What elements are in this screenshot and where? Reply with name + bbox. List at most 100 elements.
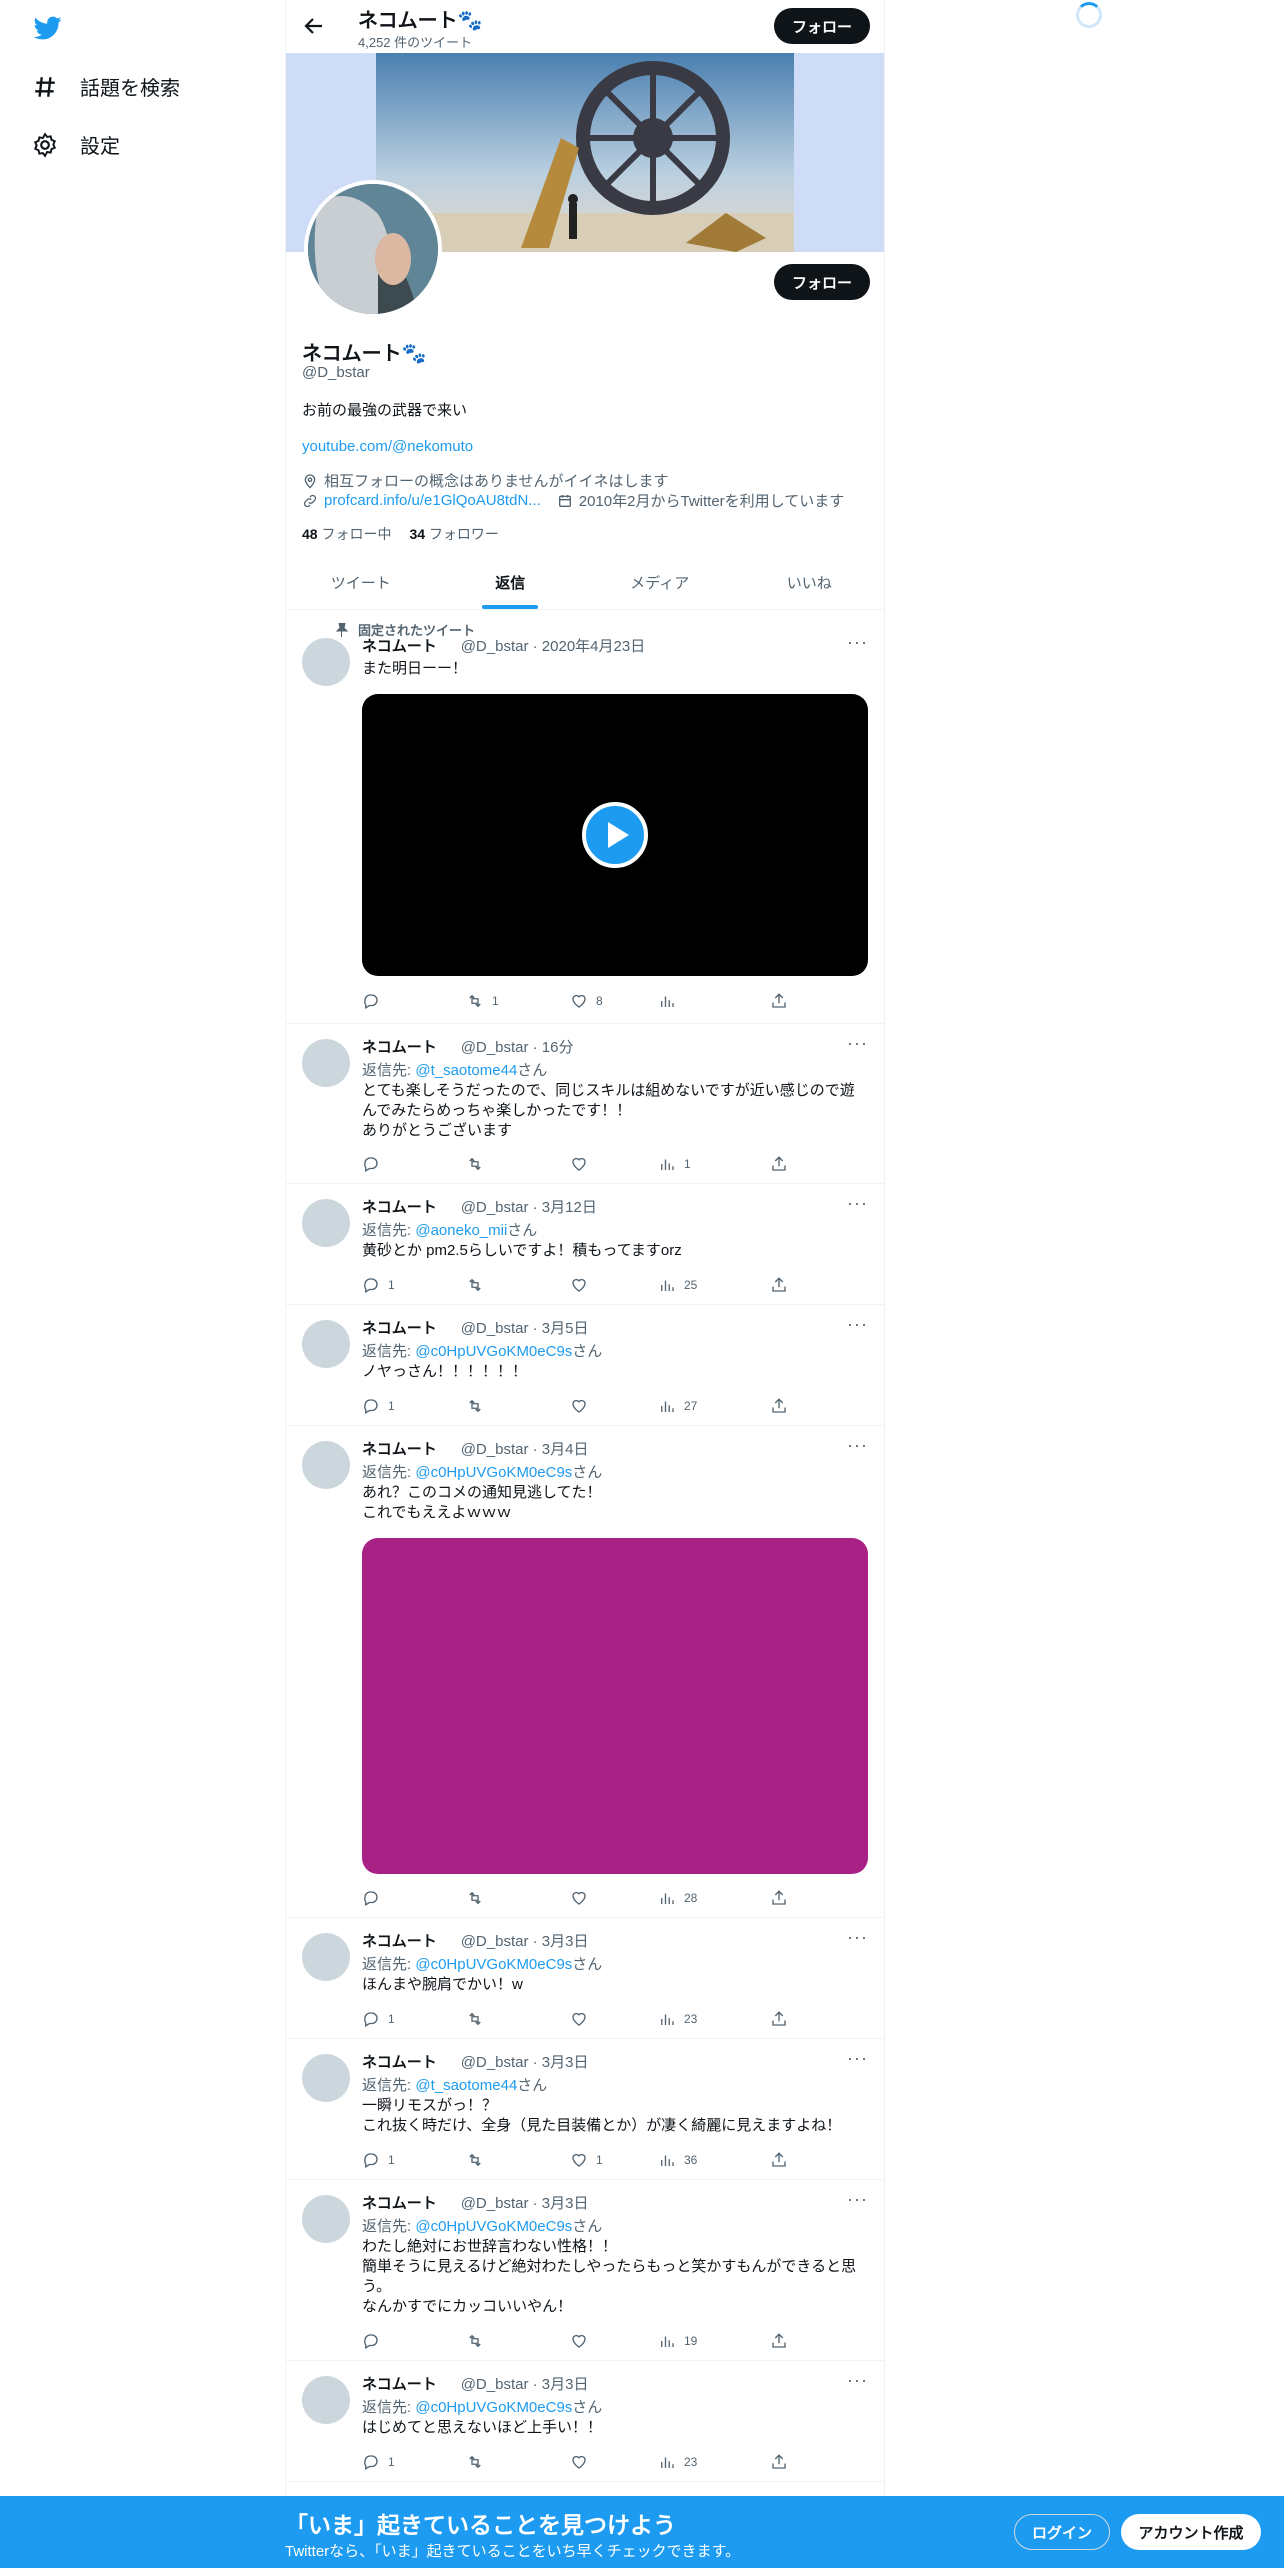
more-options-icon[interactable]: ··· xyxy=(847,1435,868,1456)
views-button[interactable]: 27 xyxy=(658,1397,697,1415)
profile-follow-button[interactable]: フォロー xyxy=(774,264,870,300)
reply-to-handle[interactable]: @t_saotome44 xyxy=(415,2077,517,2094)
share-button[interactable] xyxy=(770,1889,788,1907)
tweet-author-name[interactable]: ネコムート xyxy=(362,2192,437,2213)
share-button[interactable] xyxy=(770,1155,788,1173)
reply-button[interactable]: 1 xyxy=(362,2151,395,2169)
tweet[interactable]: ネコムート @D_bstar · 2020年4月23日 ··· また明日ーー！ 1… xyxy=(286,620,884,1024)
reply-button[interactable]: 1 xyxy=(362,2453,395,2471)
more-options-icon[interactable]: ··· xyxy=(847,1927,868,1948)
like-button[interactable] xyxy=(570,2010,596,2028)
reply-to-handle[interactable]: @aoneko_mii xyxy=(415,1222,507,1239)
header-follow-button[interactable]: フォロー xyxy=(774,8,870,44)
tweet-video[interactable] xyxy=(362,694,868,976)
tab-media[interactable]: メディア xyxy=(585,556,735,609)
retweet-button[interactable] xyxy=(466,1889,492,1907)
tab-replies[interactable]: 返信 xyxy=(436,556,586,609)
tweet[interactable]: ネコムート @D_bstar · 3月4日 ··· 返信先: @c0HpUVGoK… xyxy=(286,1426,884,1918)
tweet-time[interactable]: 3月3日 xyxy=(542,2376,589,2393)
reply-button[interactable] xyxy=(362,1155,388,1173)
tweet[interactable]: ネコムート @D_bstar · 3月3日 ··· 返信先: @t_saotome… xyxy=(286,2039,884,2180)
like-button[interactable] xyxy=(570,2332,596,2350)
more-options-icon[interactable]: ··· xyxy=(847,2048,868,2069)
tweet-time[interactable]: 3月3日 xyxy=(542,1933,589,1950)
reply-to-handle[interactable]: @c0HpUVGoKM0eC9s xyxy=(415,1956,572,1973)
reply-to-handle[interactable]: @c0HpUVGoKM0eC9s xyxy=(415,2399,572,2416)
tweet-avatar[interactable] xyxy=(302,1933,350,1981)
reply-to-handle[interactable]: @c0HpUVGoKM0eC9s xyxy=(415,2218,572,2235)
tweet-author-name[interactable]: ネコムート xyxy=(362,2051,437,2072)
more-options-icon[interactable]: ··· xyxy=(847,1314,868,1335)
reply-button[interactable]: 1 xyxy=(362,1397,395,1415)
views-button[interactable]: 28 xyxy=(658,1889,697,1907)
back-arrow-icon[interactable] xyxy=(302,14,326,38)
tweet[interactable]: ネコムート @D_bstar · 3月5日 ··· 返信先: @c0HpUVGoK… xyxy=(286,1305,884,1426)
reply-button[interactable] xyxy=(362,2332,388,2350)
tweet-avatar[interactable] xyxy=(302,1199,350,1247)
more-options-icon[interactable]: ··· xyxy=(847,1033,868,1054)
tweet-avatar[interactable] xyxy=(302,2054,350,2102)
retweet-button[interactable] xyxy=(466,1155,492,1173)
tweet-author-name[interactable]: ネコムート xyxy=(362,1036,437,1057)
tweet-author-name[interactable]: ネコムート xyxy=(362,1317,437,1338)
views-button[interactable]: 36 xyxy=(658,2151,697,2169)
more-options-icon[interactable]: ··· xyxy=(847,2189,868,2210)
nav-settings[interactable]: 設定 xyxy=(32,130,120,159)
signup-button[interactable]: アカウント作成 xyxy=(1121,2514,1261,2550)
following-link[interactable]: 48 フォロー中 xyxy=(302,524,391,544)
nav-explore[interactable]: 話題を検索 xyxy=(32,72,180,101)
reply-to-handle[interactable]: @c0HpUVGoKM0eC9s xyxy=(415,1343,572,1360)
tweet[interactable]: ネコムート @D_bstar · 16分 ··· 返信先: @t_saotome4… xyxy=(286,1024,884,1184)
twitter-logo-icon[interactable] xyxy=(32,14,64,42)
tweet-avatar[interactable] xyxy=(302,638,350,686)
retweet-button[interactable] xyxy=(466,1276,492,1294)
views-button[interactable]: 23 xyxy=(658,2453,697,2471)
retweet-button[interactable] xyxy=(466,2151,492,2169)
views-button[interactable] xyxy=(658,992,684,1010)
tweet-avatar[interactable] xyxy=(302,1320,350,1368)
tweet-author-name[interactable]: ネコムート xyxy=(362,1438,437,1459)
tweet-time[interactable]: 3月3日 xyxy=(542,2195,589,2212)
views-button[interactable]: 25 xyxy=(658,1276,697,1294)
reply-button[interactable]: 1 xyxy=(362,1276,395,1294)
tweet-author-name[interactable]: ネコムート xyxy=(362,635,437,656)
like-button[interactable] xyxy=(570,1276,596,1294)
tweet[interactable]: ネコムート @D_bstar · 3月3日 ··· 返信先: @c0HpUVGoK… xyxy=(286,2361,884,2482)
more-options-icon[interactable]: ··· xyxy=(847,2370,868,2391)
like-button[interactable] xyxy=(570,1397,596,1415)
retweet-button[interactable] xyxy=(466,2453,492,2471)
share-button[interactable] xyxy=(770,2332,788,2350)
retweet-button[interactable] xyxy=(466,2010,492,2028)
reply-button[interactable]: 1 xyxy=(362,2010,395,2028)
tweet-time[interactable]: 3月4日 xyxy=(542,1441,589,1458)
tweet-author-name[interactable]: ネコムート xyxy=(362,1930,437,1951)
profile-url[interactable]: profcard.info/u/e1GlQoAU8tdN... xyxy=(324,492,541,509)
like-button[interactable] xyxy=(570,1889,596,1907)
share-button[interactable] xyxy=(770,1397,788,1415)
reply-to-handle[interactable]: @t_saotome44 xyxy=(415,1062,517,1079)
share-button[interactable] xyxy=(770,2151,788,2169)
tweet[interactable]: ネコムート @D_bstar · 3月12日 ··· 返信先: @aoneko_m… xyxy=(286,1184,884,1305)
play-icon[interactable] xyxy=(582,802,648,868)
tweet-time[interactable]: 3月3日 xyxy=(542,2054,589,2071)
like-button[interactable]: 8 xyxy=(570,992,603,1010)
reply-to-handle[interactable]: @c0HpUVGoKM0eC9s xyxy=(415,1464,572,1481)
share-button[interactable] xyxy=(770,992,788,1010)
share-button[interactable] xyxy=(770,1276,788,1294)
like-button[interactable] xyxy=(570,1155,596,1173)
tweet[interactable]: ネコムート @D_bstar · 3月3日 ··· 返信先: @c0HpUVGoK… xyxy=(286,2180,884,2361)
tweet-avatar[interactable] xyxy=(302,1441,350,1489)
tweet-image[interactable] xyxy=(362,1538,868,1874)
tweet-time[interactable]: 16分 xyxy=(542,1039,574,1056)
views-button[interactable]: 19 xyxy=(658,2332,697,2350)
tweet-author-name[interactable]: ネコムート xyxy=(362,2373,437,2394)
tweet-avatar[interactable] xyxy=(302,2195,350,2243)
tweet-author-name[interactable]: ネコムート xyxy=(362,1196,437,1217)
more-options-icon[interactable]: ··· xyxy=(847,632,868,653)
login-button[interactable]: ログイン xyxy=(1014,2514,1110,2550)
profile-bio-link[interactable]: youtube.com/@nekomuto xyxy=(302,438,473,455)
tweet-avatar[interactable] xyxy=(302,2376,350,2424)
tweet-time[interactable]: 2020年4月23日 xyxy=(542,638,645,655)
like-button[interactable] xyxy=(570,2453,596,2471)
tab-likes[interactable]: いいね xyxy=(735,556,885,609)
